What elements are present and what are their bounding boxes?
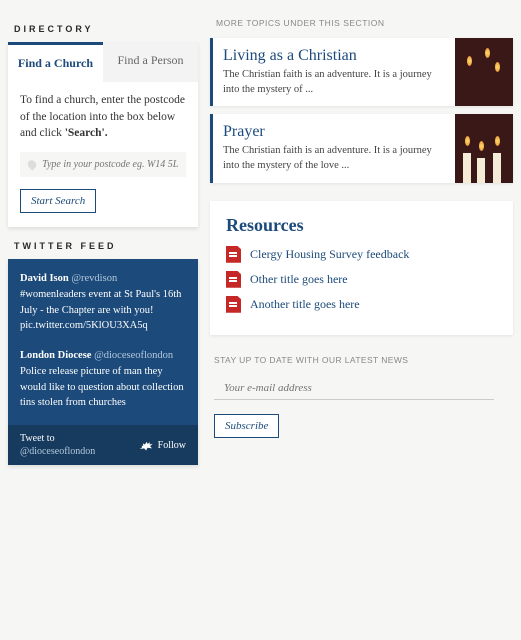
topic-thumbnail xyxy=(455,114,513,182)
topic-card[interactable]: Living as a Christian The Christian fait… xyxy=(210,38,513,106)
directory-label: DIRECTORY xyxy=(14,24,198,34)
tweet[interactable]: London Diocese @dioceseoflondon Police r… xyxy=(20,348,186,411)
resource-link[interactable]: Other title goes here xyxy=(226,271,497,288)
follow-button[interactable]: Follow xyxy=(140,440,186,451)
tweet[interactable]: David Ison @revdison #womenleaders event… xyxy=(20,271,186,334)
twitter-bar: Tweet to@dioceseoflondon Follow xyxy=(8,425,198,465)
resource-link[interactable]: Another title goes here xyxy=(226,296,497,313)
email-input[interactable] xyxy=(214,377,494,400)
topic-title: Living as a Christian xyxy=(223,47,445,65)
postcode-input-wrap[interactable] xyxy=(20,152,186,177)
twitter-label: TWITTER FEED xyxy=(14,241,198,251)
pdf-icon xyxy=(226,271,241,288)
resources-card: Resources Clergy Housing Survey feedback… xyxy=(210,201,513,335)
directory-tabs: Find a Church Find a Person xyxy=(8,42,198,82)
resources-title: Resources xyxy=(226,215,497,236)
topic-thumbnail xyxy=(455,38,513,106)
directory-card: Find a Church Find a Person To find a ch… xyxy=(8,42,198,227)
resource-link[interactable]: Clergy Housing Survey feedback xyxy=(226,246,497,263)
twitter-feed: David Ison @revdison #womenleaders event… xyxy=(8,259,198,465)
topic-title: Prayer xyxy=(223,123,445,141)
newsletter: STAY UP TO DATE WITH OUR LATEST NEWS Sub… xyxy=(210,355,513,438)
postcode-input[interactable] xyxy=(42,159,178,170)
pdf-icon xyxy=(226,246,241,263)
start-search-button[interactable]: Start Search xyxy=(20,189,96,213)
topic-desc: The Christian faith is an adventure. It … xyxy=(223,144,445,173)
tab-find-person[interactable]: Find a Person xyxy=(103,42,198,82)
tab-find-church[interactable]: Find a Church xyxy=(8,42,103,82)
topic-card[interactable]: Prayer The Christian faith is an adventu… xyxy=(210,114,513,182)
topics-header: MORE TOPICS UNDER THIS SECTION xyxy=(216,18,513,28)
newsletter-header: STAY UP TO DATE WITH OUR LATEST NEWS xyxy=(214,355,509,365)
pdf-icon xyxy=(226,296,241,313)
subscribe-button[interactable]: Subscribe xyxy=(214,414,279,438)
topic-desc: The Christian faith is an adventure. It … xyxy=(223,68,445,97)
twitter-bird-icon xyxy=(140,440,153,451)
tweet-to-link[interactable]: Tweet to@dioceseoflondon xyxy=(20,432,95,458)
location-pin-icon xyxy=(26,158,38,170)
directory-intro: To find a church, enter the postcode of … xyxy=(20,92,186,142)
